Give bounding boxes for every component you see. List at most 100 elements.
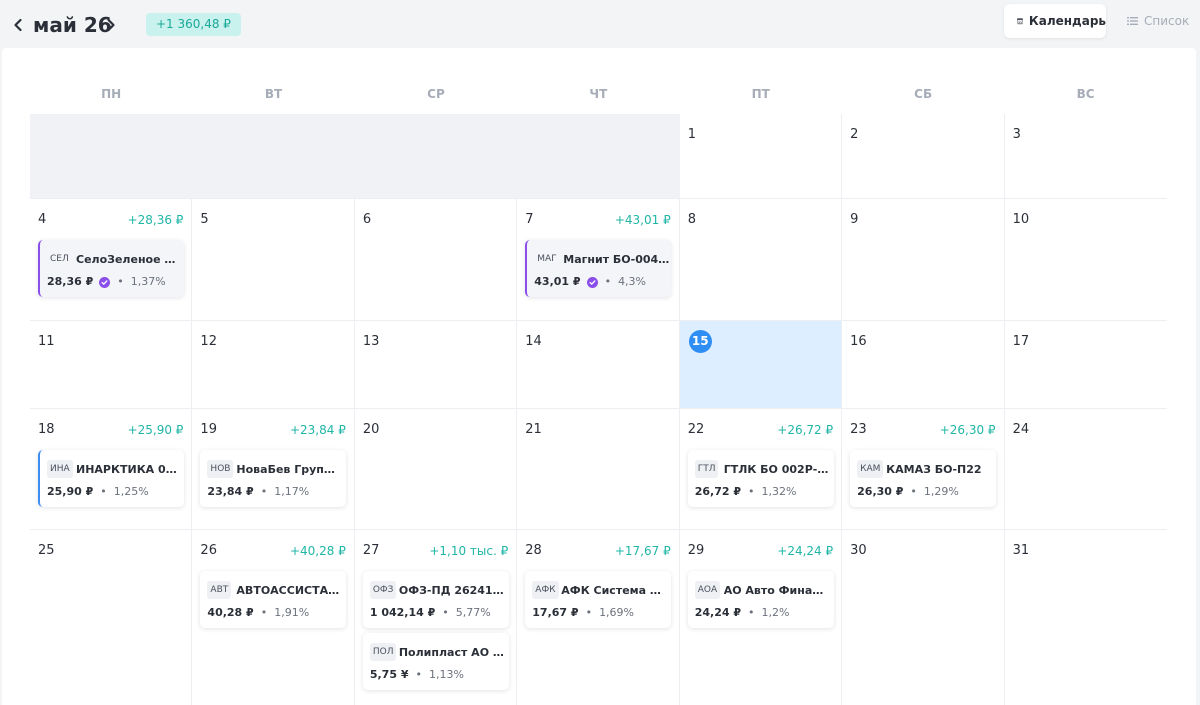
separator-dot: • <box>415 668 422 681</box>
separator-dot: • <box>100 485 107 498</box>
day-cell[interactable]: 28 +17,67 ₽ АФКАФК Система БО 0... 17,67 ₽ •… <box>517 530 680 705</box>
calendar-icon: 31 <box>1017 18 1023 24</box>
day-cell[interactable]: 5 <box>192 199 355 321</box>
day-cell[interactable]: 12 <box>192 321 355 409</box>
day-cell[interactable]: 9 <box>842 199 1005 321</box>
day-cell[interactable]: 15 <box>679 321 843 409</box>
day-cell[interactable]: 29 +24,24 ₽ АОААО Авто Финанс Б... 24,24 ₽ •… <box>679 530 843 705</box>
day-cell[interactable]: 23 +26,30 ₽ КАМ КАМАЗ БО-П22 26,30 ₽ • 1,29% <box>842 409 1005 530</box>
day-cell[interactable]: 4 +28,36 ₽ СЕЛ СелоЗеленое 001Р... 28,36 ₽ • 1… <box>30 199 193 321</box>
view-list-button[interactable]: Список <box>1124 4 1194 38</box>
prev-month-button[interactable] <box>8 14 28 36</box>
separator-dot: • <box>585 606 593 619</box>
coupon-bond-name: Магнит БО-004Р-03 <box>563 253 669 266</box>
next-month-button[interactable] <box>101 14 121 36</box>
day-cell[interactable]: 1 <box>679 114 843 199</box>
coupon-card[interactable]: ГТЛ ГТЛК БО 002Р-12 26,72 ₽ • 1,32% <box>687 450 834 507</box>
day-coupon-sum: +40,28 ₽ <box>289 544 346 558</box>
coupon-bond-name: ГТЛК БО 002Р-12 <box>723 463 830 476</box>
coupon-bond-name: НоваБев Групп 00... <box>236 463 343 476</box>
day-number: 12 <box>200 334 217 349</box>
coupon-card[interactable]: КАМ КАМАЗ БО-П22 26,30 ₽ • 1,29% <box>850 450 997 507</box>
coupon-yield: 1,91% <box>274 606 310 619</box>
coupon-card[interactable]: СЕЛ СелоЗеленое 001Р... 28,36 ₽ • 1,37% <box>38 240 184 297</box>
coupon-yield: 1,37% <box>130 275 166 288</box>
coupon-amount: 26,30 ₽ <box>857 485 904 498</box>
coupon-card[interactable]: МАГ Магнит БО-004Р-03 43,01 ₽ • 4,3% <box>525 240 672 297</box>
coupon-amount: 1 042,14 ₽ <box>369 606 436 619</box>
day-number: 10 <box>1012 212 1030 227</box>
day-number: 7 <box>525 212 534 227</box>
day-coupon-sum: +1,10 тыс. ₽ <box>429 544 509 558</box>
today-badge: 15 <box>688 330 712 353</box>
day-number: 22 <box>687 422 705 437</box>
day-cell[interactable]: 25 <box>30 530 193 705</box>
coupon-card[interactable]: АОААО Авто Финанс Б... 24,24 ₽ • 1,2% <box>687 571 834 628</box>
day-cell[interactable]: 18 +25,90 ₽ ИНАИНАРКТИКА 002Р... 25,90 ₽ • 1,… <box>30 409 193 530</box>
day-number: 21 <box>525 422 542 437</box>
day-number: 27 <box>362 543 380 558</box>
coupon-card[interactable]: ПОЛПолипласт АО П0... 5,75 ¥ • 1,13% <box>362 633 509 690</box>
coupon-details: 26,72 ₽ • 1,32% <box>695 485 797 499</box>
coupon-bond-name: ОФЗ-ПД 26241 17/... <box>398 584 505 597</box>
day-cell[interactable]: 21 <box>517 409 680 530</box>
day-cell[interactable]: 7 +43,01 ₽ МАГ Магнит БО-004Р-03 43,01 ₽ • 4,3… <box>517 199 680 321</box>
day-cell[interactable]: 6 <box>354 199 518 321</box>
day-cell[interactable]: 27 +1,10 тыс. ₽ ОФЗОФЗ-ПД 26241 17/... 1 04… <box>354 530 518 705</box>
coupon-card[interactable]: НОВНоваБев Групп 00... 23,84 ₽ • 1,17% <box>200 450 347 507</box>
day-cell[interactable]: 2 <box>842 114 1005 199</box>
day-number: 11 <box>38 334 55 349</box>
day-coupon-sum: +28,36 ₽ <box>127 213 184 227</box>
chevron-left-icon <box>14 18 22 32</box>
coupon-yield: 1,25% <box>113 485 149 498</box>
weekday-label: ПН <box>101 87 122 101</box>
day-cell[interactable]: 16 <box>842 321 1005 409</box>
day-cell[interactable]: 11 <box>30 321 193 409</box>
month-title: май 26 <box>33 13 112 37</box>
day-cell[interactable]: 19 +23,84 ₽ НОВНоваБев Групп 00... 23,84 ₽ •… <box>192 409 355 530</box>
coupon-amount: 43,01 ₽ <box>534 275 581 288</box>
coupon-details: 40,28 ₽ • 1,91% <box>207 606 309 620</box>
coupon-details: 43,01 ₽ • 4,3% <box>534 275 646 289</box>
day-cell[interactable]: 30 <box>842 530 1005 705</box>
coupon-card[interactable]: ИНАИНАРКТИКА 002Р... 25,90 ₽ • 1,25% <box>38 450 184 507</box>
weekday-label: СР <box>427 87 445 101</box>
day-number: 2 <box>850 127 859 142</box>
day-number: 1 <box>687 127 696 142</box>
day-cell[interactable]: 26 +40,28 ₽ АВТ АВТОАССИСТАНС ... 40,28 ₽ • 1,… <box>192 530 355 705</box>
day-cell[interactable]: 31 <box>1004 530 1167 705</box>
calendar-board: ПН ВТ СР ЧТ ПТ СБ ВС 1 2 3 4 +28,36 ₽ СЕЛ Село… <box>2 48 1196 705</box>
separator-dot: • <box>442 606 449 619</box>
day-cell[interactable]: 22 +26,72 ₽ ГТЛ ГТЛК БО 002Р-12 26,72 ₽ • 1,32… <box>679 409 843 530</box>
day-cell[interactable]: 17 <box>1004 321 1167 409</box>
coupon-amount: 40,28 ₽ <box>207 606 254 619</box>
separator-dot: • <box>117 275 124 288</box>
coupon-ticker-badge: НОВ <box>207 460 234 478</box>
coupon-card[interactable]: АФКАФК Система БО 0... 17,67 ₽ • 1,69% <box>525 571 672 628</box>
coupon-ticker-badge: АОА <box>694 581 721 599</box>
day-number: 18 <box>38 422 55 437</box>
coupon-ticker-badge: ИНА <box>47 460 73 478</box>
separator-dot: • <box>260 485 268 498</box>
day-cell[interactable]: 10 <box>1004 199 1167 321</box>
day-cell[interactable]: 3 <box>1004 114 1167 199</box>
separator-dot: • <box>604 275 612 288</box>
day-number: 4 <box>38 212 47 227</box>
weekday-label: ВС <box>1076 87 1095 101</box>
separator-dot: • <box>747 485 755 498</box>
coupon-amount: 17,67 ₽ <box>532 606 579 619</box>
day-cell[interactable]: 13 <box>354 321 518 409</box>
day-number: 31 <box>1012 543 1030 558</box>
coupon-bond-name: КАМАЗ БО-П22 <box>886 463 982 476</box>
day-cell[interactable]: 8 <box>679 199 843 321</box>
day-cell[interactable]: 20 <box>354 409 518 530</box>
day-cell[interactable]: 24 <box>1004 409 1167 530</box>
weekday-header: ПН ВТ СР ЧТ ПТ СБ ВС <box>30 48 1167 114</box>
list-icon <box>1127 17 1138 25</box>
day-cell[interactable]: 14 <box>517 321 680 409</box>
view-calendar-button[interactable]: 31 Календарь <box>1004 4 1106 38</box>
coupon-card[interactable]: ОФЗОФЗ-ПД 26241 17/... 1 042,14 ₽ • 5,77% <box>362 571 509 628</box>
coupon-card[interactable]: АВТ АВТОАССИСТАНС ... 40,28 ₽ • 1,91% <box>200 571 347 628</box>
day-number: 13 <box>362 334 380 349</box>
coupon-amount: 28,36 ₽ <box>47 275 94 288</box>
